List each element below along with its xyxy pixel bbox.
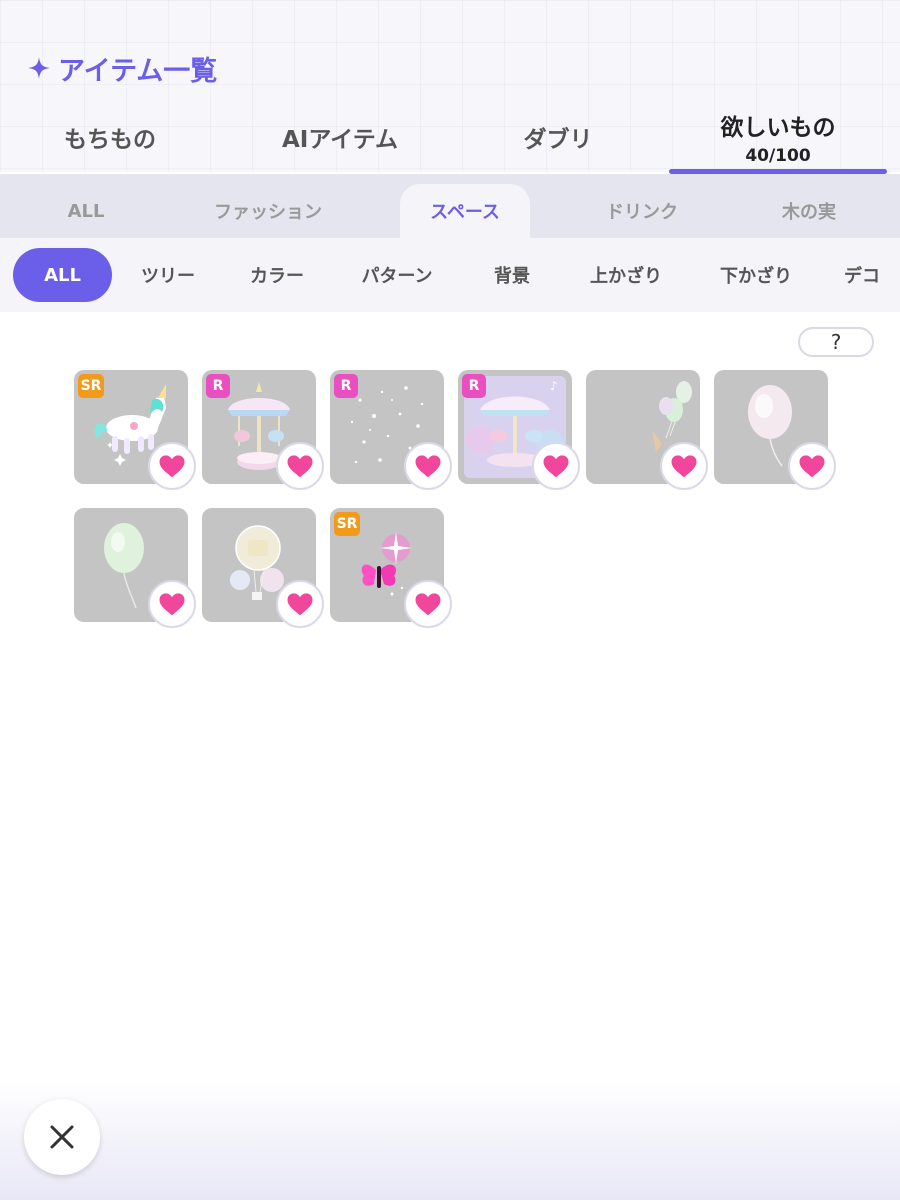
rarity-badge: SR <box>78 374 104 398</box>
category-tab-all[interactable]: ALL <box>26 184 146 238</box>
category-tab-label: スペース <box>430 202 500 223</box>
filter-chip-label: ALL <box>44 264 81 286</box>
rarity-badge: R <box>462 374 486 398</box>
item-tile[interactable] <box>74 508 196 628</box>
filter-chip-label: 上かざり <box>590 266 662 287</box>
heart-icon <box>287 593 313 616</box>
favorite-button[interactable] <box>148 442 196 490</box>
filter-chip-label: ツリー <box>141 266 195 287</box>
rarity-badge: R <box>334 374 358 398</box>
svg-text:♪: ♪ <box>550 379 558 393</box>
heart-icon <box>287 455 313 478</box>
heart-icon <box>799 455 825 478</box>
filter-chip-color[interactable]: カラー <box>232 248 322 302</box>
main-tabs: もちもの AIアイテム ダブリ 欲しいもの 40/100 <box>0 100 900 174</box>
category-tab-fashion[interactable]: ファッション <box>188 184 348 238</box>
favorite-button[interactable] <box>532 442 580 490</box>
filter-chips: ALL ツリー カラー パターン 背景 上かざり 下かざり デコ <box>0 238 900 312</box>
tab-label: 欲しいもの <box>720 115 836 141</box>
close-icon <box>50 1125 74 1149</box>
heart-icon <box>543 455 569 478</box>
item-tile[interactable]: SR <box>74 370 196 490</box>
filter-chip-label: 背景 <box>494 266 530 287</box>
filter-chip-bottom-decor[interactable]: 下かざり <box>704 248 808 302</box>
item-tile[interactable]: R <box>202 370 324 490</box>
item-tile[interactable]: ♪ R <box>458 370 580 490</box>
favorite-button[interactable] <box>404 442 452 490</box>
filter-chip-label: デコ <box>844 266 880 287</box>
favorite-button[interactable] <box>148 580 196 628</box>
heart-icon <box>415 593 441 616</box>
filter-chip-pattern[interactable]: パターン <box>344 248 450 302</box>
tab-label: AIアイテム <box>281 127 399 153</box>
wishlist-count: 40/100 <box>745 146 811 166</box>
tab-label: ダブリ <box>523 127 593 153</box>
header: アイテム一覧 もちもの AIアイテム ダブリ 欲しいもの 40/100 <box>0 0 900 174</box>
category-tab-label: ファッション <box>214 202 322 223</box>
item-tile[interactable]: R <box>330 370 452 490</box>
filter-chip-background[interactable]: 背景 <box>474 248 550 302</box>
page-title-text: アイテム一覧 <box>58 55 218 87</box>
tab-mochimono[interactable]: もちもの <box>30 100 190 174</box>
page-title: アイテム一覧 <box>26 50 218 87</box>
filter-chip-top-decor[interactable]: 上かざり <box>574 248 678 302</box>
heart-icon <box>159 593 185 616</box>
favorite-button[interactable] <box>276 442 324 490</box>
item-tile[interactable] <box>202 508 324 628</box>
tab-label: もちもの <box>64 127 156 153</box>
rarity-badge: R <box>206 374 230 398</box>
category-tabs: ALL ファッション スペース ドリンク 木の実 <box>0 174 900 238</box>
help-button[interactable]: ? <box>798 327 874 357</box>
category-tab-space[interactable]: スペース <box>400 184 530 238</box>
item-tile[interactable] <box>586 370 708 490</box>
favorite-button[interactable] <box>788 442 836 490</box>
filter-chip-label: 下かざり <box>720 266 792 287</box>
close-button[interactable] <box>24 1099 100 1175</box>
filter-chip-all[interactable]: ALL <box>13 248 112 302</box>
heart-icon <box>159 455 185 478</box>
category-tab-drink[interactable]: ドリンク <box>580 184 704 238</box>
favorite-button[interactable] <box>276 580 324 628</box>
favorite-button[interactable] <box>660 442 708 490</box>
filter-chip-label: カラー <box>250 266 304 287</box>
tab-duplicates[interactable]: ダブリ <box>480 100 636 174</box>
rarity-badge: SR <box>334 512 360 536</box>
tab-ai-items[interactable]: AIアイテム <box>250 100 430 174</box>
category-tab-label: ALL <box>67 200 105 222</box>
category-tab-label: 木の実 <box>782 202 836 223</box>
tab-wishlist[interactable]: 欲しいもの 40/100 <box>669 100 887 174</box>
category-tab-label: ドリンク <box>606 202 678 223</box>
item-tile[interactable]: SR <box>330 508 452 628</box>
help-label: ? <box>830 330 842 354</box>
bottom-bar <box>0 1078 900 1200</box>
item-tile[interactable] <box>714 370 836 490</box>
filter-chip-deco[interactable]: デコ <box>844 248 900 302</box>
sparkle-icon <box>28 57 50 79</box>
heart-icon <box>671 455 697 478</box>
filter-chip-tree[interactable]: ツリー <box>124 248 212 302</box>
filter-chip-label: パターン <box>361 266 433 287</box>
heart-icon <box>415 455 441 478</box>
category-tab-nuts[interactable]: 木の実 <box>754 184 864 238</box>
favorite-button[interactable] <box>404 580 452 628</box>
